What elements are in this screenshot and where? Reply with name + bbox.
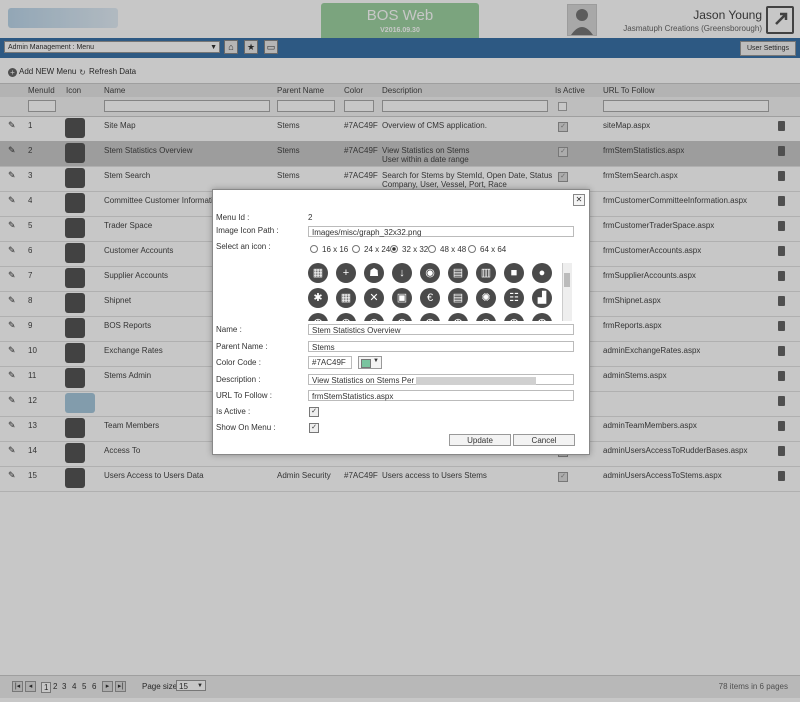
misc-icon-6[interactable]: ◍ — [448, 313, 468, 321]
size-48-radio[interactable]: 48 x 48 — [428, 245, 466, 254]
bug-icon[interactable]: ✱ — [308, 288, 328, 308]
radio-icon — [310, 245, 318, 253]
download-icon[interactable]: ↓ — [392, 263, 412, 283]
piggy-bank-icon[interactable]: ◉ — [420, 263, 440, 283]
name-value: Stem Statistics Overview — [312, 326, 401, 335]
misc-icon-4[interactable]: ◍ — [392, 313, 412, 321]
parent-name-value: Stems — [312, 343, 335, 352]
show-on-menu-checkbox[interactable]: ✓ — [309, 423, 319, 433]
select-icon-label: Select an icon : — [216, 242, 271, 251]
parent-name-label: Parent Name : — [216, 342, 268, 351]
icon-picker: ▦ + ☗ ↓ ◉ ▤ ▥ ■ ● ✱ ▦ ✕ ▣ € ▤ ✺ ☷ ▟ ◍ ◍ ◍ ◍ ◍ ◍ ◍ ◍ ◍ — [308, 263, 576, 321]
icon-path-input[interactable]: Images/misc/graph_32x32.png — [308, 226, 574, 237]
edit-menu-dialog: ✕ Menu Id : 2 Image Icon Path : Images/m… — [212, 189, 590, 455]
parent-name-input[interactable]: Stems — [308, 341, 574, 352]
size-24-radio[interactable]: 24 x 24 — [352, 245, 390, 254]
url-label: URL To Follow : — [216, 391, 273, 400]
books-icon[interactable]: ▥ — [476, 263, 496, 283]
misc-icon-5[interactable]: ◍ — [420, 313, 440, 321]
color-swatch — [361, 359, 371, 368]
size-64-radio[interactable]: 64 x 64 — [468, 245, 506, 254]
url-value: frmStemStatistics.aspx — [312, 392, 394, 401]
description-label: Description : — [216, 375, 261, 384]
misc-icon-8[interactable]: ◍ — [504, 313, 524, 321]
archive-icon[interactable]: ▤ — [448, 263, 468, 283]
euro-icon[interactable]: € — [420, 288, 440, 308]
plus-circle-icon[interactable]: + — [336, 263, 356, 283]
size-64-label: 64 x 64 — [480, 245, 507, 254]
misc-icon-9[interactable]: ◍ — [532, 313, 552, 321]
radio-selected-icon — [390, 245, 398, 253]
grid-icon[interactable]: ▣ — [392, 288, 412, 308]
update-button[interactable]: Update — [449, 434, 511, 446]
size-32-label: 32 x 32 — [402, 245, 429, 254]
cog-icon[interactable]: ✺ — [476, 288, 496, 308]
spy-icon[interactable]: ☗ — [364, 263, 384, 283]
calendar-icon[interactable]: ▦ — [336, 288, 356, 308]
user-icon[interactable]: ● — [532, 263, 552, 283]
book-icon[interactable]: ■ — [504, 263, 524, 283]
misc-icon-3[interactable]: ◍ — [364, 313, 384, 321]
color-code-value: #7AC49F — [312, 358, 346, 367]
menu-id-label: Menu Id : — [216, 213, 250, 222]
scrollbar-thumb[interactable] — [564, 273, 570, 287]
color-code-input[interactable]: #7AC49F — [308, 356, 352, 369]
icon-path-label: Image Icon Path : — [216, 226, 279, 235]
name-label: Name : — [216, 325, 242, 334]
redacted-block — [416, 376, 537, 385]
radio-icon — [352, 245, 360, 253]
icon-path-value: Images/misc/graph_32x32.png — [312, 228, 422, 237]
size-32-radio[interactable]: 32 x 32 — [390, 245, 428, 254]
description-value: View Statistics on Stems Per — [312, 376, 415, 385]
close-icon[interactable]: ✕ — [573, 194, 585, 206]
misc-icon-2[interactable]: ◍ — [336, 313, 356, 321]
color-code-label: Color Code : — [216, 358, 261, 367]
size-24-label: 24 x 24 — [364, 245, 391, 254]
is-active-checkbox[interactable]: ✓ — [309, 407, 319, 417]
menu-id-value: 2 — [308, 213, 313, 222]
misc-icon-7[interactable]: ◍ — [476, 313, 496, 321]
color-picker-button[interactable]: ▼ — [358, 356, 382, 369]
name-input[interactable]: Stem Statistics Overview — [308, 324, 574, 335]
icon-picker-scrollbar[interactable] — [562, 263, 572, 321]
misc-icon-1[interactable]: ◍ — [308, 313, 328, 321]
chevron-down-icon: ▼ — [373, 358, 379, 364]
meeting-icon[interactable]: ☷ — [504, 288, 524, 308]
is-active-label: Is Active : — [216, 407, 251, 416]
abacus-icon[interactable]: ▦ — [308, 263, 328, 283]
size-16-radio[interactable]: 16 x 16 — [310, 245, 348, 254]
icon-size-options: 16 x 16 24 x 24 32 x 32 48 x 48 64 x 64 — [310, 245, 580, 257]
factory-icon[interactable]: ▟ — [532, 288, 552, 308]
report-icon[interactable]: ▤ — [448, 288, 468, 308]
show-on-menu-label: Show On Menu : — [216, 423, 276, 432]
description-input[interactable]: View Statistics on Stems Per — [308, 374, 574, 385]
radio-icon — [468, 245, 476, 253]
url-input[interactable]: frmStemStatistics.aspx — [308, 390, 574, 401]
size-16-label: 16 x 16 — [322, 245, 349, 254]
cancel-button[interactable]: Cancel — [513, 434, 575, 446]
x-circle-icon[interactable]: ✕ — [364, 288, 384, 308]
radio-icon — [428, 245, 436, 253]
size-48-label: 48 x 48 — [440, 245, 467, 254]
